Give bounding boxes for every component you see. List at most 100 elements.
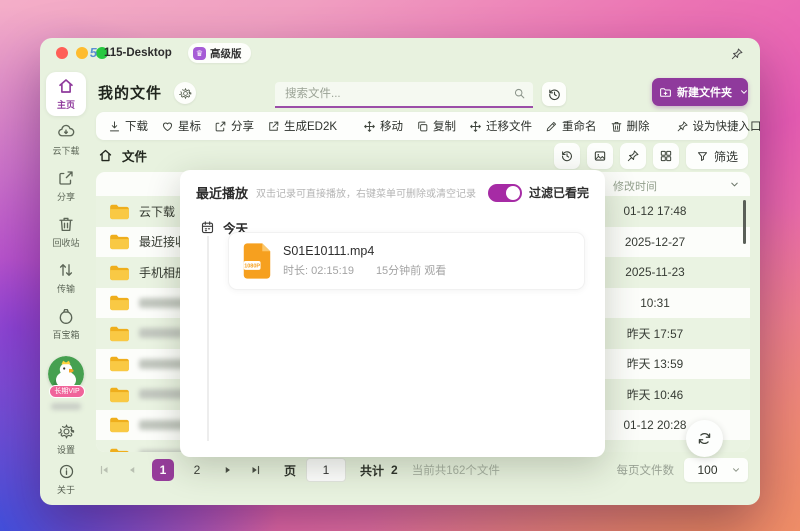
migrate-icon	[469, 120, 482, 133]
sidebar-icon	[57, 123, 75, 141]
sidebar-icon	[57, 169, 75, 187]
chevron-down-icon[interactable]	[729, 179, 740, 190]
pin-icon	[626, 149, 640, 163]
chevron-down-icon	[731, 465, 741, 475]
prev-page-icon	[126, 464, 138, 476]
toolbar-star-button[interactable]: 星标	[161, 118, 201, 134]
next-page-button[interactable]	[220, 462, 236, 478]
sidebar-item-label: 百宝箱	[52, 330, 80, 340]
sidebar-item-recycle[interactable]: 回收站	[46, 210, 86, 254]
toolbar-item-label: 删除	[626, 121, 650, 133]
toolbar-delete-button[interactable]: 删除	[610, 118, 650, 134]
page-label: 页	[284, 463, 297, 478]
sidebar-item-share[interactable]: 分享	[46, 164, 86, 208]
recent-file-card[interactable]: 1080P S01E10111.mp4 时长: 02:15:19 15分钟前 观…	[228, 232, 585, 290]
first-page-button[interactable]	[96, 462, 112, 478]
toolbar-move-button[interactable]: 移动	[363, 118, 403, 134]
view-grid-button[interactable]	[652, 143, 679, 169]
toolbar-ed2k-button[interactable]: 生成ED2K	[267, 118, 337, 134]
history-icon	[560, 149, 574, 163]
popup-title: 最近播放	[196, 186, 249, 201]
refresh-button[interactable]	[686, 420, 723, 457]
folder-icon	[109, 416, 130, 433]
calendar-icon	[200, 220, 215, 235]
toolbar-item-label: 分享	[231, 121, 254, 133]
last-page-button[interactable]	[248, 462, 264, 478]
sidebar-icon	[57, 307, 75, 325]
sidebar-item-cloud-download[interactable]: 云下载	[46, 118, 86, 162]
preview-mode-button[interactable]	[586, 143, 613, 169]
view-actions: 筛选	[553, 143, 748, 169]
file-meta: 时长: 02:15:19 15分钟前 观看	[283, 262, 446, 278]
folder-icon	[109, 264, 130, 281]
copy-icon	[416, 120, 429, 133]
toolbar-rename-button[interactable]: 重命名	[545, 118, 597, 134]
sidebar: 主页 云下载 分享 回收站 传输 百宝箱 长期VIP 设置 关于	[40, 68, 92, 505]
new-folder-main[interactable]: 新建文件夹	[652, 84, 739, 100]
sidebar-item-toolbox[interactable]: 百宝箱	[46, 302, 86, 346]
toolbar-quick-entry-button[interactable]: 设为快捷入口	[676, 118, 760, 134]
sidebar-item-label: 云下载	[52, 146, 80, 156]
page-2-button[interactable]: 2	[186, 459, 208, 481]
search-icon[interactable]	[513, 87, 526, 100]
home-icon[interactable]	[98, 148, 113, 163]
search-history-button[interactable]	[542, 82, 566, 106]
sidebar-item-label: 主页	[56, 100, 75, 110]
page-input[interactable]	[306, 458, 347, 482]
toolbar-download-button[interactable]: 下载	[108, 118, 148, 134]
settings-label: 设置	[56, 445, 75, 455]
minimize-button[interactable]	[76, 47, 88, 59]
breadcrumb-root[interactable]: 文件	[122, 146, 147, 165]
scrollbar-thumb[interactable]	[743, 200, 746, 244]
search-box[interactable]	[275, 82, 533, 108]
chevron-down-icon	[739, 87, 749, 97]
new-folder-button[interactable]: 新建文件夹	[652, 78, 748, 106]
filter-label: 筛选	[713, 149, 738, 164]
download-icon	[108, 120, 121, 133]
page-title: 我的文件	[98, 85, 163, 102]
per-page-select[interactable]: 100	[684, 458, 748, 482]
pin-window-icon[interactable]	[730, 47, 744, 61]
titlebar[interactable]: 5 115-Desktop ♛ 高级版	[40, 38, 760, 68]
filter-button[interactable]: 筛选	[685, 143, 748, 169]
folder-icon	[109, 355, 130, 372]
sidebar-item-about[interactable]: 关于	[40, 463, 92, 496]
about-label: 关于	[56, 485, 75, 495]
toolbar-copy-button[interactable]: 复制	[416, 118, 456, 134]
quick-entry-button[interactable]	[619, 143, 646, 169]
folder-icon	[109, 294, 130, 311]
close-button[interactable]	[56, 47, 68, 59]
toolbar-share-button[interactable]: 分享	[214, 118, 254, 134]
sidebar-icon	[57, 215, 75, 233]
new-folder-dropdown[interactable]	[739, 87, 749, 97]
vip-badge: 长期VIP	[49, 385, 85, 398]
folder-plus-icon	[659, 86, 672, 99]
sidebar-item-transfer[interactable]: 传输	[46, 256, 86, 300]
search-input[interactable]	[283, 82, 507, 106]
image-icon	[593, 149, 607, 163]
recent-played-button[interactable]	[553, 143, 580, 169]
ed2k-icon	[267, 120, 280, 133]
app-window: 5 115-Desktop ♛ 高级版 主页 云下载 分享 回收站 传输 百宝箱	[40, 38, 760, 505]
sidebar-item-home[interactable]: 主页	[46, 72, 86, 116]
premium-badge-label: 高级版	[210, 47, 242, 60]
desktop-background: 5 115-Desktop ♛ 高级版 主页 云下载 分享 回收站 传输 百宝箱	[0, 0, 800, 531]
refresh-icon	[696, 430, 713, 447]
rename-icon	[545, 120, 558, 133]
sidebar-icon	[57, 261, 75, 279]
timeline-line	[207, 236, 209, 441]
move-icon	[363, 120, 376, 133]
filter-watched-toggle[interactable]	[487, 183, 522, 202]
folder-icon	[109, 386, 130, 403]
sidebar-item-settings[interactable]: 设置	[40, 423, 92, 456]
prev-page-button[interactable]	[124, 462, 140, 478]
toolbar-migrate-button[interactable]: 迁移文件	[469, 118, 532, 134]
page-1-button[interactable]: 1	[152, 459, 174, 481]
first-page-icon	[98, 464, 110, 476]
sidebar-item-label: 分享	[56, 192, 75, 202]
app-title: 115-Desktop	[104, 47, 172, 59]
premium-badge[interactable]: ♛ 高级版	[188, 43, 251, 63]
view-settings-button[interactable]	[174, 82, 196, 104]
breadcrumb[interactable]: 文件	[98, 146, 147, 165]
popup-header: 最近播放 双击记录可直接播放，右键菜单可删除或清空记录 过滤已看完	[180, 170, 605, 202]
